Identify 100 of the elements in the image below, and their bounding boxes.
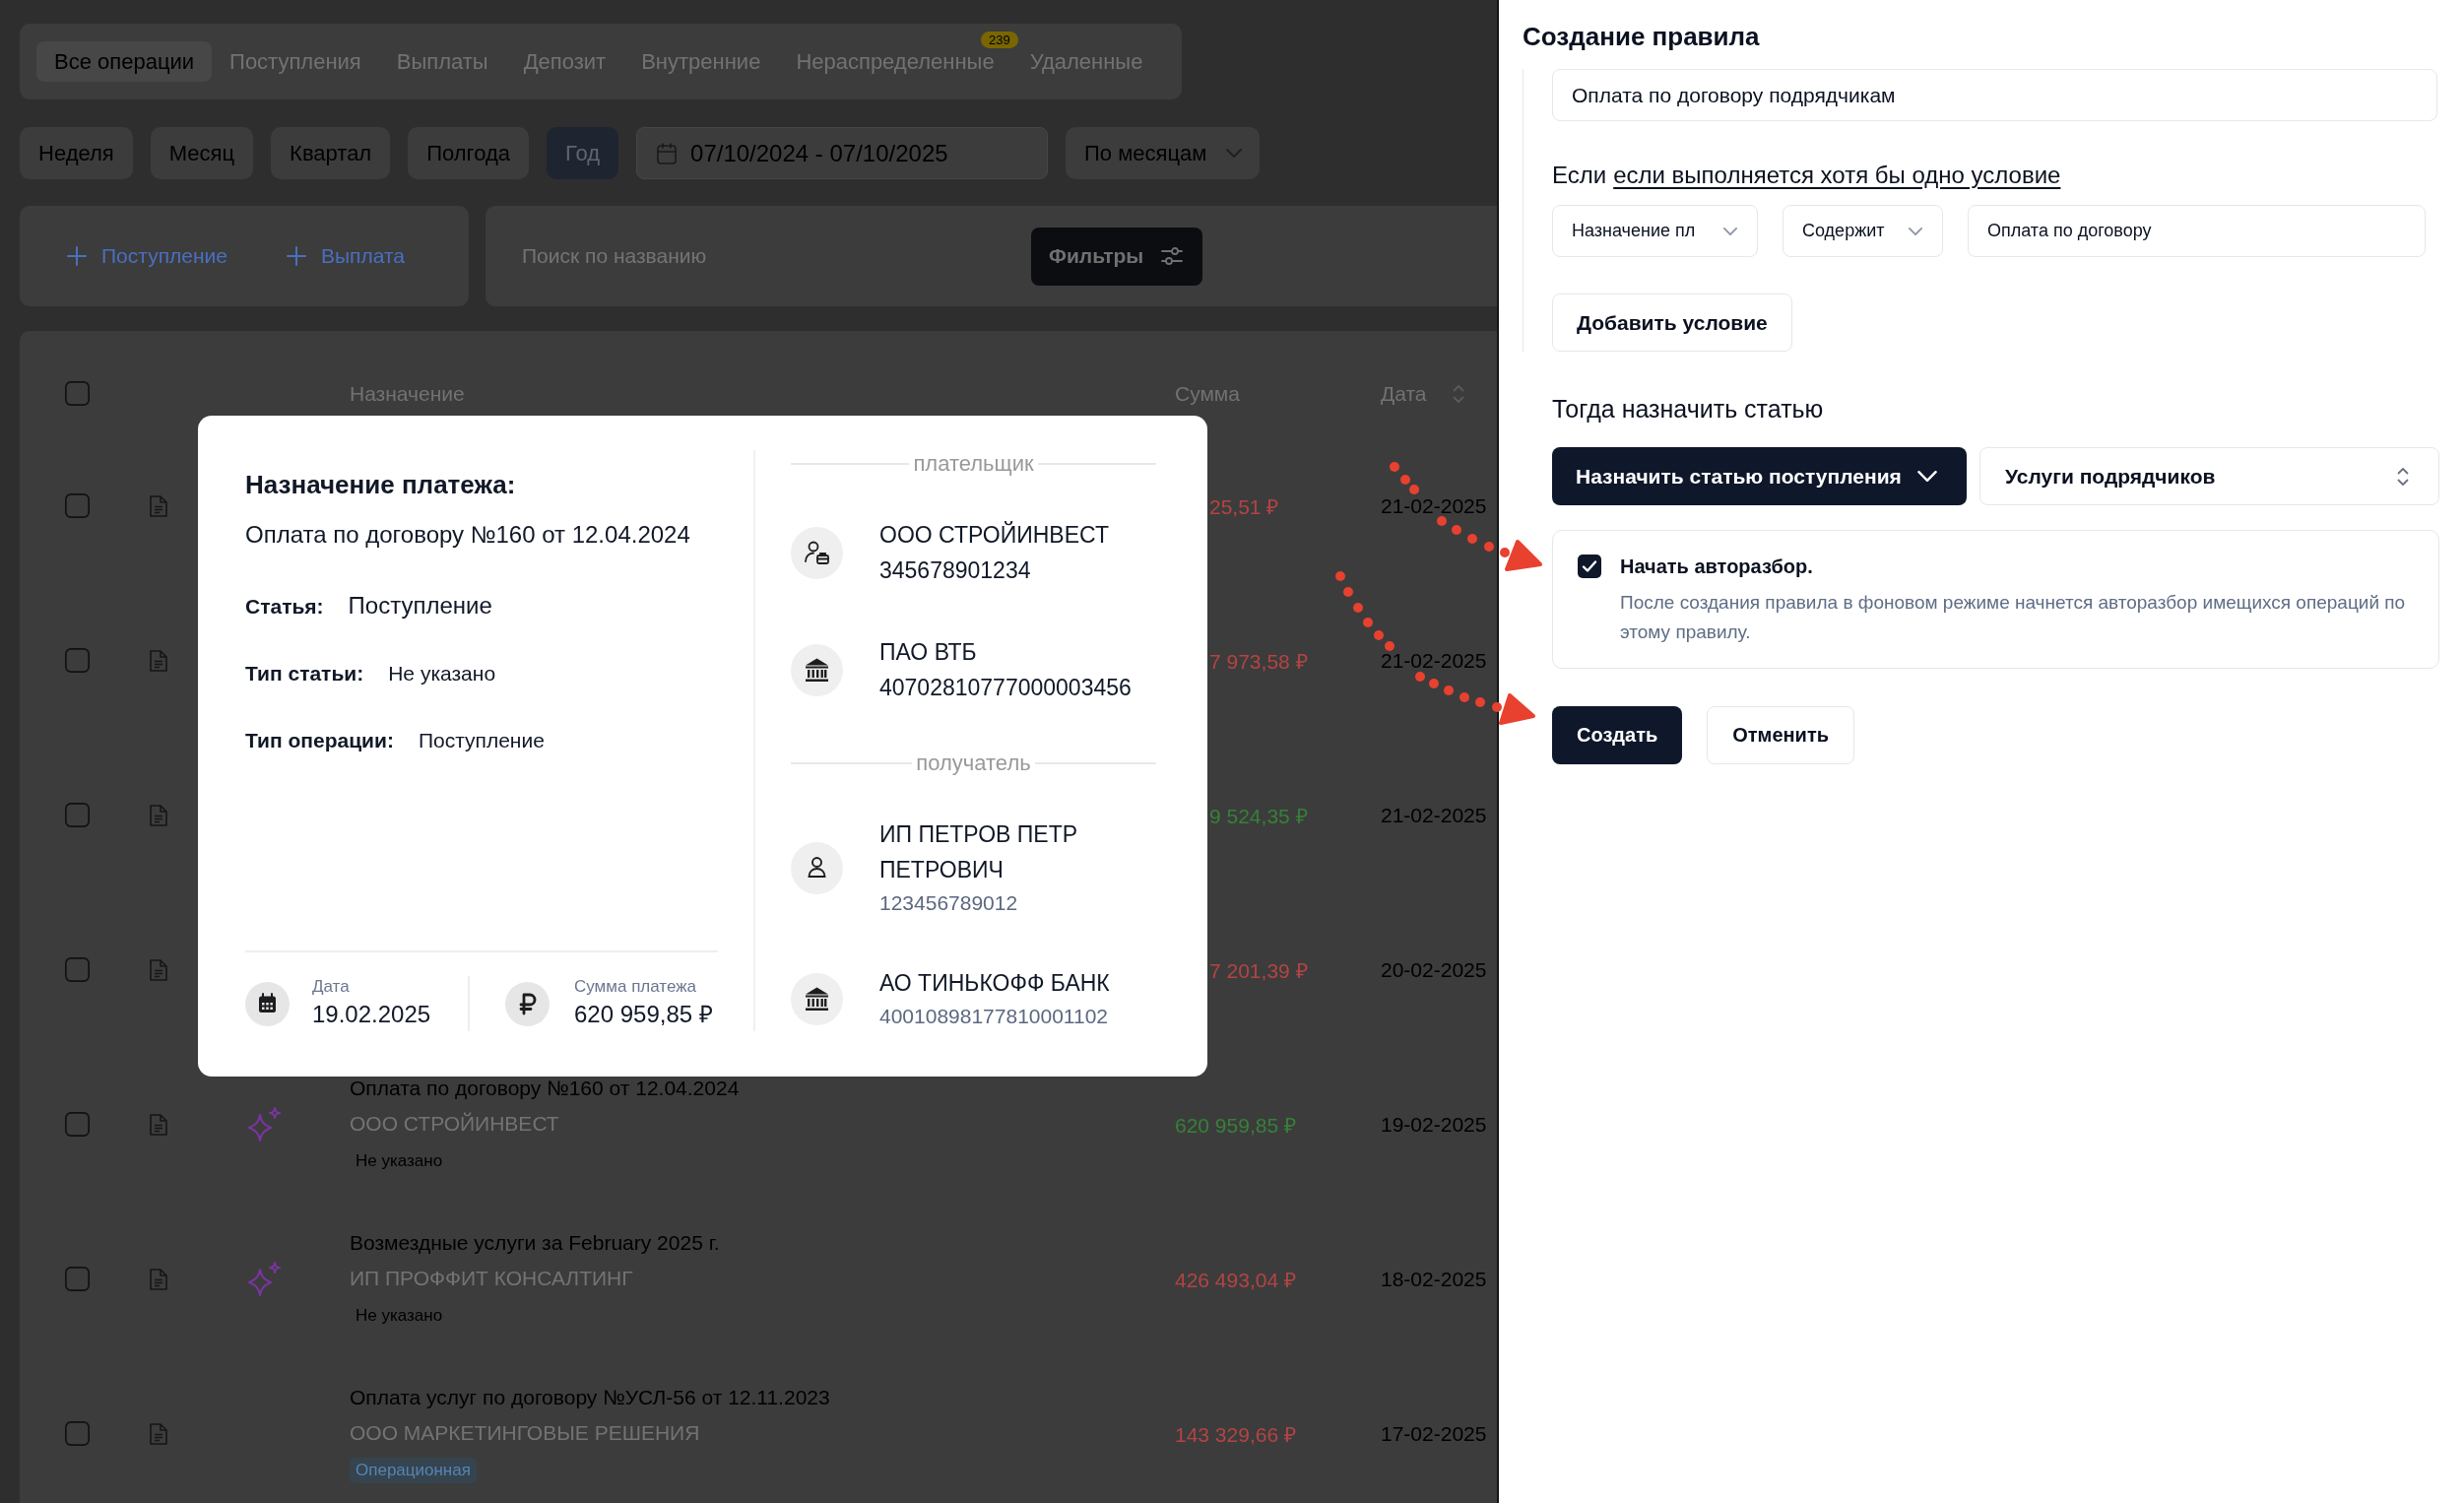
panel-title: Создание правила xyxy=(1523,21,1761,53)
party-heading: получатель xyxy=(916,751,1031,776)
chevron-down-icon xyxy=(1226,149,1243,158)
row-checkbox[interactable] xyxy=(65,1267,90,1291)
account-number: 123456789012 xyxy=(879,890,1018,916)
sliders-icon xyxy=(1161,246,1184,266)
select-all-checkbox[interactable] xyxy=(65,381,90,406)
party-name: ИП ПЕТРОВ ПЕТР ПЕТРОВИЧ xyxy=(879,820,1079,884)
autoparse-checkbox[interactable] xyxy=(1578,555,1601,578)
summary-label: Дата xyxy=(312,976,350,998)
period-button[interactable]: Месяц xyxy=(150,127,254,179)
row-checkbox[interactable] xyxy=(65,957,90,982)
condition-operator-select[interactable]: Содержит xyxy=(1783,205,1943,257)
rule-name-field[interactable]: Оплата по договору подрядчикам xyxy=(1552,69,2437,121)
row-checkbox[interactable] xyxy=(65,1112,90,1137)
field-value: Не указано xyxy=(388,661,496,686)
summary-value: 620 959,85 ₽ xyxy=(574,1000,713,1029)
document-icon[interactable] xyxy=(150,804,167,826)
period-button[interactable]: Полгода xyxy=(408,127,529,179)
condition-mode-link[interactable]: если выполняется хотя бы одно условие xyxy=(1613,160,2061,191)
tab[interactable]: Все операции xyxy=(36,41,213,82)
bank-icon xyxy=(791,972,843,1025)
date-cell: 21-02-2025 xyxy=(1381,493,1487,518)
amount-cell-text: 7 973,58 ₽ xyxy=(1209,648,1308,675)
condition-field-select[interactable]: Назначение пл xyxy=(1552,205,1758,257)
condition-value-field[interactable]: Оплата по договору xyxy=(1968,205,2426,257)
person-briefcase-icon xyxy=(791,526,843,579)
date-cell: 20-02-2025 xyxy=(1381,957,1487,982)
chevron-down-icon xyxy=(1917,471,1937,482)
grouping-select[interactable]: По месяцам xyxy=(1066,127,1261,179)
date-cell: 21-02-2025 xyxy=(1381,803,1487,827)
document-icon[interactable] xyxy=(150,1422,167,1445)
operation-title: Оплата услуг по договору №УСЛ-56 от 12.11.2023 xyxy=(350,1384,830,1410)
ruble-icon xyxy=(505,981,550,1026)
action-dropdown[interactable]: Назначить статью поступления xyxy=(1552,447,1967,505)
payment-purpose: Оплата по договору №160 от 12.04.2024 xyxy=(245,520,690,550)
date-cell: 17-02-2025 xyxy=(1381,1421,1487,1446)
date-cell: 18-02-2025 xyxy=(1381,1267,1487,1291)
amount-cell-text: 7 201,39 ₽ xyxy=(1209,957,1308,984)
row-checkbox[interactable] xyxy=(65,493,90,518)
add-condition-button[interactable]: Добавить условие xyxy=(1552,294,1792,352)
document-icon[interactable] xyxy=(150,1268,167,1290)
row-checkbox[interactable] xyxy=(65,803,90,827)
account-number: 345678901234 xyxy=(879,556,1031,585)
calendar-icon xyxy=(657,142,678,164)
section-heading: Тогда назначить статью xyxy=(1552,394,1824,425)
party-name: АО ТИНЬКОФФ БАНК xyxy=(879,969,1110,998)
field-label: Тип операции: xyxy=(245,728,394,753)
document-icon[interactable] xyxy=(150,958,167,981)
condition-label: Если xyxy=(1552,161,1607,190)
period-button[interactable]: Неделя xyxy=(20,127,133,179)
operation-title: Оплата по договору №160 от 12.04.2024 xyxy=(350,1075,740,1101)
category-select[interactable]: Услуги подрядчиков xyxy=(1979,447,2439,505)
category-tag: Не указано xyxy=(350,1302,449,1329)
row-checkbox[interactable] xyxy=(65,1421,90,1446)
amount-cell-text: 9 524,35 ₽ xyxy=(1209,803,1308,829)
amount-cell-text: 143 329,66 ₽ xyxy=(1175,1421,1296,1448)
count-badge: 239 xyxy=(980,32,1018,48)
filters-button[interactable]: Фильтры xyxy=(1031,227,1203,286)
row-checkbox[interactable] xyxy=(65,648,90,673)
cancel-button[interactable]: Отменить xyxy=(1707,706,1854,764)
period-button[interactable]: Год xyxy=(547,127,619,179)
period-button[interactable]: Квартал xyxy=(271,127,391,179)
add-link[interactable]: Выплата xyxy=(286,244,405,268)
updown-icon xyxy=(2397,466,2409,487)
date-cell: 19-02-2025 xyxy=(1381,1112,1487,1137)
search-field[interactable]: Поиск по названию xyxy=(486,206,1031,306)
operation-title: Возмездные услуги за February 2025 г. xyxy=(350,1229,720,1256)
category-tag: Операционная xyxy=(350,1457,477,1483)
sort-icon[interactable] xyxy=(1452,383,1464,404)
amount-cell-text: 426 493,04 ₽ xyxy=(1175,1267,1296,1293)
document-icon[interactable] xyxy=(150,1113,167,1136)
field-label: Статья: xyxy=(245,594,324,620)
plus-icon xyxy=(67,246,87,266)
bank-icon xyxy=(791,643,843,696)
autoparse-description: После создания правила в фоновом режиме начнется авторазбор имещихся операций по этому правилу. xyxy=(1620,591,2407,644)
field-value: Поступление xyxy=(418,728,545,753)
modal-title: Назначение платежа: xyxy=(245,469,516,500)
party-heading: плательщик xyxy=(913,451,1034,477)
field-label: Тип статьи: xyxy=(245,661,364,686)
party-name: ПАО ВТБ xyxy=(879,638,977,667)
date-cell: 21-02-2025 xyxy=(1381,648,1487,673)
person-icon xyxy=(791,841,843,894)
calendar-icon xyxy=(245,981,290,1026)
add-link[interactable]: Поступление xyxy=(67,244,227,268)
document-icon[interactable] xyxy=(150,649,167,672)
document-icon[interactable] xyxy=(150,494,167,517)
account-number: 40010898177810001102 xyxy=(879,1004,1109,1029)
summary-value: 19.02.2025 xyxy=(312,1000,431,1029)
autoparse-label: Начать авторазбор. xyxy=(1620,555,1813,578)
party-name: ООО СТРОЙИНВЕСТ xyxy=(879,520,1109,550)
plus-icon xyxy=(286,246,306,266)
submit-button[interactable]: Создать xyxy=(1552,706,1683,764)
field-value: Поступление xyxy=(348,591,492,621)
amount-cell-text: 620 959,85 ₽ xyxy=(1175,1112,1296,1139)
amount-cell-text: 25,51 ₽ xyxy=(1209,493,1279,520)
account-number: 40702810777000003456 xyxy=(879,674,1132,702)
chevron-down-icon xyxy=(1723,227,1737,235)
category-tag: Не указано xyxy=(350,1147,449,1174)
date-range-field[interactable]: 07/10/2024 - 07/10/2025 xyxy=(636,127,1049,179)
